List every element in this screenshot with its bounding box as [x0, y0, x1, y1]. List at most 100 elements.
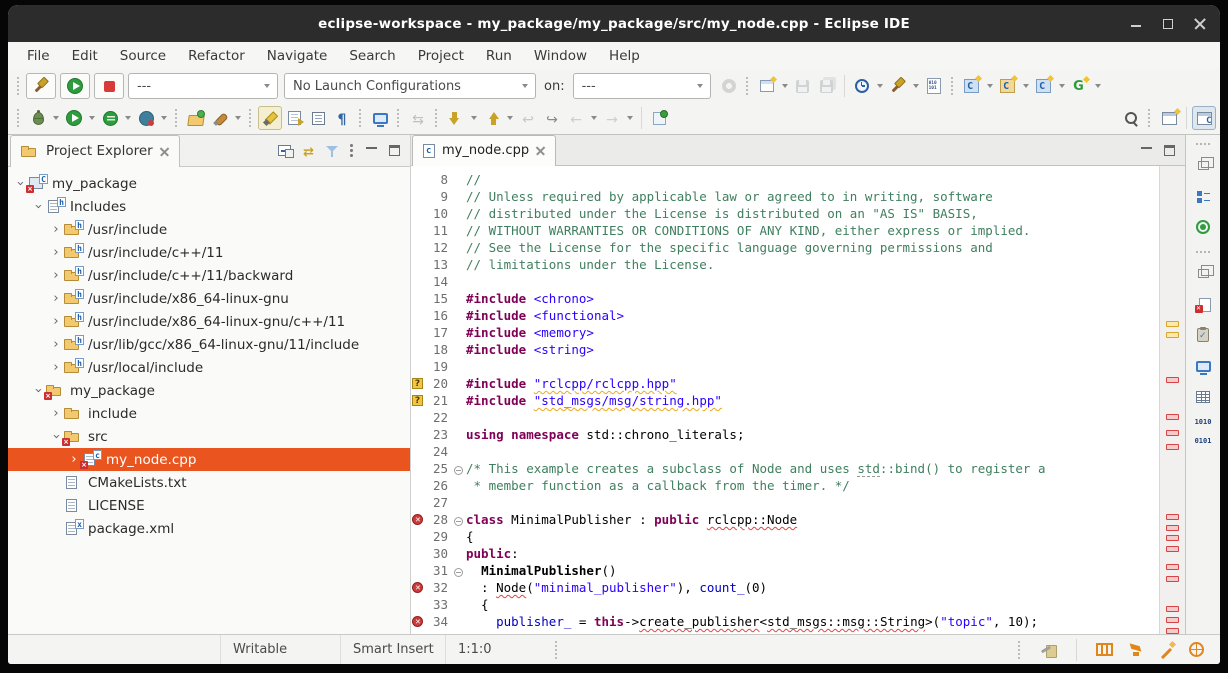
- expand-arrow-icon[interactable]: ›: [48, 264, 64, 287]
- tree-item-my-node-cpp[interactable]: ›c×my_node.cpp: [8, 448, 410, 471]
- code-text[interactable]: * member function as a callback from the…: [466, 477, 850, 494]
- sidebar-drag-handle[interactable]: [1196, 143, 1210, 146]
- new-wizard-button[interactable]: [755, 74, 779, 98]
- menu-window[interactable]: Window: [523, 42, 598, 70]
- chevron-down-icon[interactable]: [782, 84, 788, 88]
- build-button[interactable]: [26, 73, 56, 99]
- error-marker[interactable]: [1166, 576, 1179, 582]
- minimize-view-icon[interactable]: [366, 145, 377, 156]
- close-window-icon[interactable]: [1194, 18, 1206, 30]
- code-text[interactable]: //: [466, 171, 481, 188]
- debug-history-button[interactable]: [850, 74, 874, 98]
- chevron-down-icon[interactable]: [235, 116, 241, 120]
- run-button[interactable]: [60, 73, 90, 99]
- mark-occurrences-toggle[interactable]: [258, 106, 282, 130]
- toolbar-drag-handle[interactable]: [17, 109, 21, 127]
- chevron-down-icon[interactable]: [53, 116, 59, 120]
- tree-item-includes[interactable]: ›hIncludes: [8, 195, 410, 218]
- code-text[interactable]: // distributed under the License is dist…: [466, 205, 978, 222]
- tree-item-my-package[interactable]: ›C×my_package: [8, 172, 410, 195]
- next-edit-location-button[interactable]: [540, 106, 564, 130]
- menu-run[interactable]: Run: [475, 42, 523, 70]
- menu-edit[interactable]: Edit: [61, 42, 109, 70]
- forward-button[interactable]: [600, 106, 624, 130]
- menu-refactor[interactable]: Refactor: [177, 42, 256, 70]
- chevron-down-icon[interactable]: [1095, 84, 1101, 88]
- code-text[interactable]: /* This example creates a subclass of No…: [466, 460, 1046, 477]
- back-button[interactable]: [564, 106, 588, 130]
- launch-external-button[interactable]: [208, 106, 232, 130]
- tree-item-cmakelists-txt[interactable]: CMakeLists.txt: [8, 471, 410, 494]
- properties-view-button[interactable]: [1192, 386, 1214, 408]
- open-element-button[interactable]: [184, 106, 208, 130]
- new-c-folder-button[interactable]: [996, 74, 1020, 98]
- profile-button[interactable]: [134, 106, 158, 130]
- error-marker[interactable]: [1166, 414, 1179, 420]
- tree-item-src[interactable]: ›×src: [8, 425, 410, 448]
- expand-arrow-icon[interactable]: ›: [48, 287, 64, 310]
- title-bar[interactable]: eclipse-workspace - my_package/my_packag…: [8, 5, 1220, 42]
- error-marker[interactable]: [1166, 535, 1179, 541]
- tree-item--usr-include[interactable]: ›h/usr/include: [8, 218, 410, 241]
- debug-button[interactable]: [26, 106, 50, 130]
- new-c-project-button[interactable]: [960, 74, 984, 98]
- error-marker-icon[interactable]: [412, 616, 423, 627]
- filter-icon[interactable]: [326, 145, 338, 157]
- expand-arrow-icon[interactable]: ›: [48, 310, 64, 333]
- coverage-button[interactable]: [98, 106, 122, 130]
- menu-project[interactable]: Project: [407, 42, 475, 70]
- fold-marker-icon[interactable]: [454, 517, 463, 526]
- pin-editor-button[interactable]: [647, 106, 671, 130]
- error-marker-icon[interactable]: [412, 582, 423, 593]
- chevron-down-icon[interactable]: [627, 116, 633, 120]
- tree-item-include[interactable]: ›include: [8, 402, 410, 425]
- maximize-view-icon[interactable]: [389, 145, 400, 156]
- code-text[interactable]: #include <chrono>: [466, 290, 594, 307]
- error-marker[interactable]: [1166, 525, 1179, 531]
- code-text[interactable]: MinimalPublisher(): [466, 562, 617, 579]
- debug-target-button[interactable]: [1192, 216, 1214, 238]
- menu-help[interactable]: Help: [598, 42, 651, 70]
- code-text[interactable]: // limitations under the License.: [466, 256, 714, 273]
- toolbar-drag-handle[interactable]: [17, 77, 21, 95]
- code-text[interactable]: // Unless required by applicable law or …: [466, 188, 993, 205]
- code-text[interactable]: #include <string>: [466, 341, 594, 358]
- expand-arrow-icon[interactable]: ›: [48, 356, 64, 379]
- menu-search[interactable]: Search: [338, 42, 406, 70]
- expand-arrow-icon[interactable]: ›: [48, 218, 64, 241]
- menu-source[interactable]: Source: [109, 42, 177, 70]
- show-whitespace-toggle[interactable]: [330, 106, 354, 130]
- code-text[interactable]: #include <memory>: [466, 324, 594, 341]
- next-edit-button[interactable]: [282, 106, 306, 130]
- chevron-down-icon[interactable]: [1023, 84, 1029, 88]
- code-text[interactable]: publisher_ = this->create_publisher<std_…: [466, 613, 1038, 630]
- error-marker[interactable]: [1166, 377, 1179, 383]
- link-with-editor-icon[interactable]: [303, 141, 314, 160]
- chevron-down-icon[interactable]: [471, 116, 477, 120]
- tree-item--usr-local-include[interactable]: ›h/usr/local/include: [8, 356, 410, 379]
- expand-arrow-icon[interactable]: ›: [48, 333, 64, 356]
- open-console-button[interactable]: [368, 106, 392, 130]
- next-annotation-button[interactable]: [444, 106, 468, 130]
- tab-project-explorer[interactable]: Project Explorer: [10, 135, 180, 167]
- tree-item--usr-include-c-11[interactable]: ›h/usr/include/c++/11: [8, 241, 410, 264]
- previous-annotation-button[interactable]: [480, 106, 504, 130]
- tree-item-package-xml[interactable]: xpackage.xml: [8, 517, 410, 540]
- code-text[interactable]: #include "rclcpp/rclcpp.hpp": [466, 375, 677, 392]
- chevron-down-icon[interactable]: [507, 116, 513, 120]
- tree-item--usr-include-c-11-backward[interactable]: ›h/usr/include/c++/11/backward: [8, 264, 410, 287]
- unresolved-inclusion-icon[interactable]: ?: [412, 395, 423, 406]
- tree-item--usr-lib-gcc-x86-64-linux-gnu-11-include[interactable]: ›h/usr/lib/gcc/x86_64-linux-gnu/11/inclu…: [8, 333, 410, 356]
- search-button[interactable]: [1119, 106, 1143, 130]
- chevron-down-icon[interactable]: [913, 84, 919, 88]
- maximize-window-icon[interactable]: [1162, 18, 1174, 30]
- web-resources-icon[interactable]: [1189, 642, 1204, 657]
- chevron-down-icon[interactable]: [1059, 84, 1065, 88]
- expand-arrow-icon[interactable]: ›: [48, 402, 64, 425]
- error-marker[interactable]: [1166, 617, 1179, 623]
- error-marker[interactable]: [1166, 628, 1179, 634]
- chevron-down-icon[interactable]: [877, 84, 883, 88]
- launch-config-combo[interactable]: No Launch Configurations: [284, 73, 536, 99]
- menu-navigate[interactable]: Navigate: [256, 42, 339, 70]
- minimize-editor-icon[interactable]: [1141, 145, 1152, 156]
